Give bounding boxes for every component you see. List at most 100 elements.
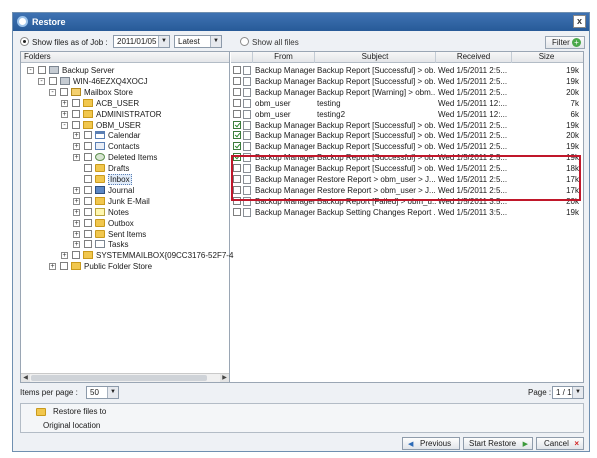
message-checkbox[interactable] [233, 87, 241, 96]
message-row[interactable]: Backup Manager Backup Report [Successful]… [231, 130, 583, 141]
message-row[interactable]: Backup Manager Restore Report > obm_user … [231, 185, 583, 196]
tree-node-label[interactable]: Inbox [108, 174, 132, 185]
collapse-icon[interactable]: - [38, 77, 45, 85]
expand-icon[interactable]: + [73, 154, 80, 162]
tree-checkbox[interactable] [60, 262, 68, 271]
tree-node[interactable]: + Public Folder Store [21, 261, 229, 272]
expand-icon[interactable]: + [73, 143, 80, 151]
tree-node-label[interactable]: Outbox [108, 218, 134, 229]
expand-icon[interactable]: + [73, 241, 80, 249]
message-checkbox[interactable] [233, 66, 241, 74]
expand-icon[interactable]: + [61, 99, 68, 107]
show-all-files-radio[interactable] [240, 37, 249, 46]
message-row[interactable]: Backup Manager Backup Report [Successful]… [231, 65, 583, 76]
tree-checkbox[interactable] [60, 87, 68, 96]
tree-checkbox[interactable] [84, 142, 92, 151]
job-date-select[interactable]: 2011/01/05 ▼ [113, 35, 170, 48]
tree-node[interactable]: + Calendar [21, 130, 229, 141]
tree-node-label[interactable]: Drafts [108, 163, 129, 174]
size-column-header[interactable]: Size [512, 52, 581, 63]
show-as-of-job-radio[interactable] [20, 37, 29, 46]
horizontal-scrollbar[interactable]: ◀ ▶ [21, 373, 229, 382]
tree-node-label[interactable]: Notes [108, 207, 129, 218]
tree-node[interactable]: + Contacts [21, 141, 229, 152]
tree-checkbox[interactable] [84, 229, 92, 238]
expand-icon[interactable]: + [49, 263, 56, 271]
tree-checkbox[interactable] [84, 175, 92, 183]
tree-checkbox[interactable] [84, 185, 92, 194]
message-checkbox[interactable] [233, 185, 241, 194]
tree-node[interactable]: + Journal [21, 185, 229, 196]
tree-checkbox[interactable] [84, 218, 92, 227]
select-column-header[interactable] [231, 52, 253, 63]
collapse-icon[interactable]: - [49, 88, 56, 96]
version-select[interactable]: Latest ▼ [174, 35, 222, 48]
tree-node[interactable]: + Deleted Items [21, 152, 229, 163]
tree-checkbox[interactable] [84, 196, 92, 205]
filter-button[interactable]: Filter + [545, 36, 585, 49]
message-checkbox[interactable] [233, 196, 241, 205]
message-checkbox[interactable] [233, 175, 241, 183]
message-row[interactable]: Backup Manager Backup Report [Successful]… [231, 141, 583, 152]
message-checkbox[interactable] [233, 109, 241, 118]
expand-icon[interactable]: + [73, 208, 80, 216]
tree-node-label[interactable]: Contacts [108, 141, 140, 152]
page-select[interactable]: 1 / 1 ▼ [552, 386, 584, 399]
tree-node-label[interactable]: OBM_USER [96, 120, 141, 131]
expand-icon[interactable]: + [73, 230, 80, 238]
collapse-icon[interactable]: - [61, 121, 68, 129]
tree-checkbox[interactable] [72, 98, 80, 107]
subject-column-header[interactable]: Subject [315, 52, 436, 63]
tree-node-label[interactable]: ACB_USER [96, 98, 139, 109]
tree-checkbox[interactable] [72, 109, 80, 118]
expand-icon[interactable]: + [73, 132, 80, 140]
message-row[interactable]: Backup Manager Backup Report [Successful]… [231, 76, 583, 87]
tree-checkbox[interactable] [72, 251, 80, 260]
message-row[interactable]: obm_user testing2 Wed 1/5/2011 12:... 6k [231, 109, 583, 120]
message-checkbox[interactable] [233, 131, 241, 140]
cancel-button[interactable]: Cancel × [536, 437, 584, 450]
tree-node[interactable]: Inbox [21, 174, 229, 185]
tree-node[interactable]: + Outbox [21, 218, 229, 229]
tree-node-label[interactable]: Backup Server [62, 65, 114, 76]
received-column-header[interactable]: Received [436, 52, 512, 63]
tree-checkbox[interactable] [84, 207, 92, 216]
close-button[interactable]: x [573, 15, 586, 28]
tree-node-label[interactable]: Public Folder Store [84, 261, 152, 272]
message-checkbox[interactable] [233, 142, 241, 151]
from-column-header[interactable]: From [253, 52, 315, 63]
message-row[interactable]: Backup Manager Backup Report [Failed] > o… [231, 196, 583, 207]
collapse-icon[interactable]: - [27, 67, 34, 74]
tree-node[interactable]: + ADMINISTRATOR [21, 109, 229, 120]
scroll-right-icon[interactable]: ▶ [220, 374, 229, 382]
message-checkbox[interactable] [233, 207, 241, 216]
tree-node[interactable]: + ACB_USER [21, 98, 229, 109]
tree-node[interactable]: - Backup Server [21, 65, 229, 76]
tree-checkbox[interactable] [38, 66, 46, 74]
tree-checkbox[interactable] [84, 240, 92, 249]
tree-node[interactable]: Drafts [21, 163, 229, 174]
message-row[interactable]: Backup Manager Backup Report [Successful]… [231, 120, 583, 131]
tree-node[interactable]: - OBM_USER [21, 120, 229, 131]
restore-location[interactable]: Original location [43, 421, 100, 430]
message-checkbox[interactable] [233, 76, 241, 85]
tree-node[interactable]: - Mailbox Store [21, 87, 229, 98]
message-row[interactable]: Backup Manager Backup Report [Successful]… [231, 152, 583, 163]
expand-icon[interactable]: + [73, 186, 80, 194]
tree-node[interactable]: + Sent Items [21, 229, 229, 240]
tree-node-label[interactable]: Junk E-Mail [108, 196, 150, 207]
message-checkbox[interactable] [233, 120, 241, 129]
tree-node[interactable]: + Tasks [21, 239, 229, 250]
tree-node-label[interactable]: Deleted Items [108, 152, 157, 163]
tree-node[interactable]: + Junk E-Mail [21, 196, 229, 207]
tree-node-label[interactable]: ADMINISTRATOR [96, 109, 161, 120]
message-checkbox[interactable] [233, 98, 241, 107]
tree-node-label[interactable]: Calendar [108, 130, 140, 141]
previous-button[interactable]: ◀ Previous [402, 437, 460, 450]
tree-node-label[interactable]: Mailbox Store [84, 87, 133, 98]
tree-node[interactable]: + SYSTEMMAILBOX{09CC3176-52F7-4 [21, 250, 233, 261]
expand-icon[interactable]: + [61, 110, 68, 118]
tree-checkbox[interactable] [84, 164, 92, 173]
start-restore-button[interactable]: Start Restore ▶ [463, 437, 533, 450]
tree-node[interactable]: - WIN-46EZXQ4XOCJ [21, 76, 229, 87]
